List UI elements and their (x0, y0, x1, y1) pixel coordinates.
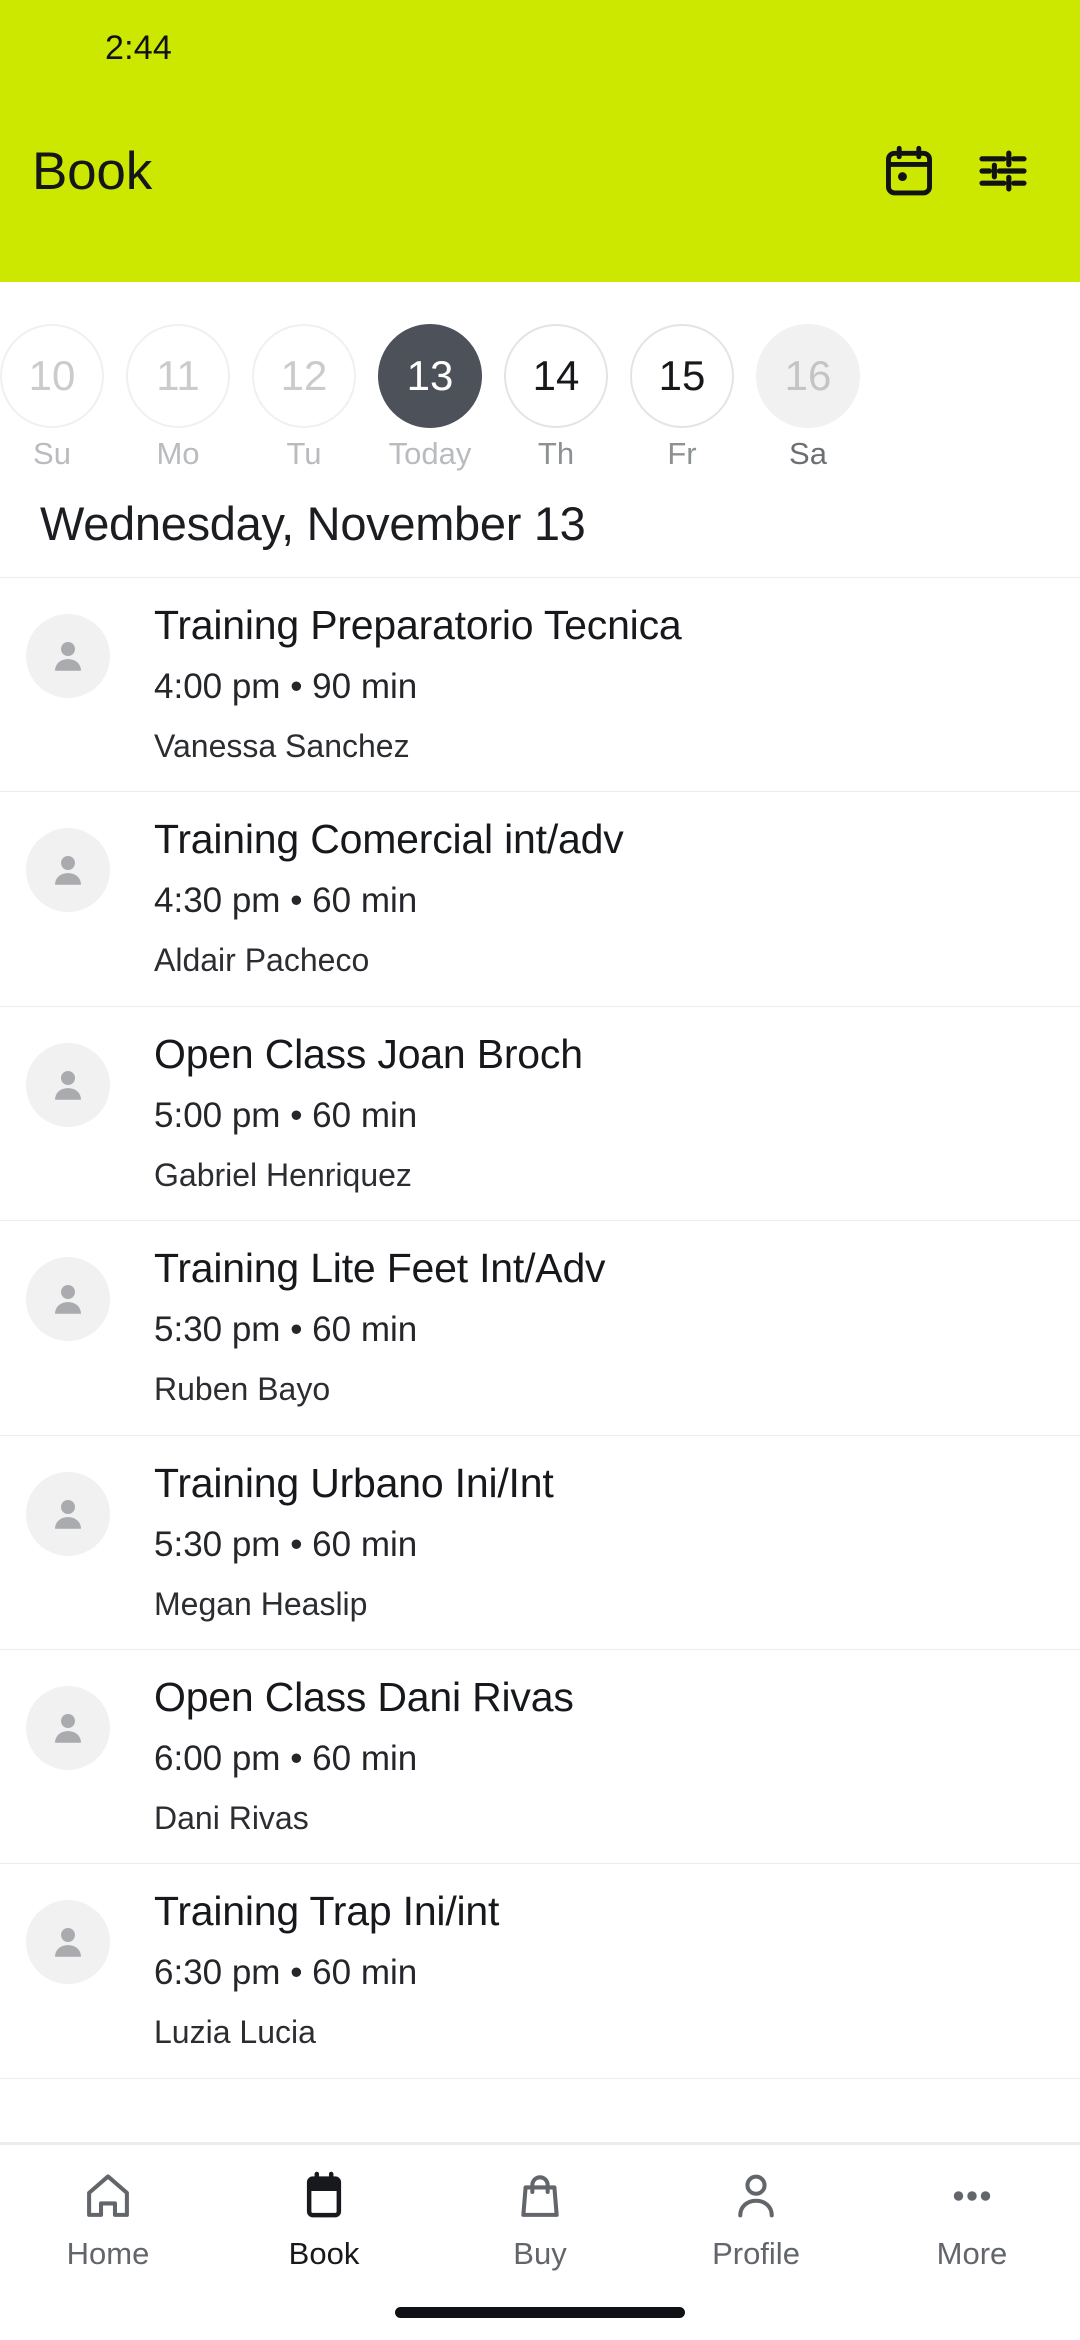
date-chip-number: 14 (504, 324, 608, 428)
class-instructor: Gabriel Henriquez (154, 1156, 412, 1193)
class-meta: 5:00 pm • 60 min (154, 1095, 418, 1135)
class-instructor: Luzia Lucia (154, 2014, 316, 2051)
nav-label: Book (288, 2236, 360, 2271)
class-list-item[interactable]: Training Trap Ini/int 6:30 pm • 60 min L… (0, 1864, 1080, 2079)
avatar (26, 1042, 110, 1127)
page-title: Book (32, 141, 153, 201)
date-chip[interactable]: 14 Th (504, 324, 608, 469)
date-chip[interactable]: 16 Sa (756, 324, 860, 469)
nav-item-book[interactable]: Book (216, 2167, 432, 2269)
class-meta: 5:30 pm • 60 min (154, 1310, 418, 1350)
day-heading: Wednesday, November 13 (40, 497, 586, 550)
date-chip-weekday: Mo (156, 436, 200, 471)
ellipsis-icon (945, 2167, 999, 2225)
calendar-icon (297, 2167, 351, 2225)
class-list: Training Preparatorio Tecnica 4:00 pm • … (0, 577, 1080, 2079)
date-chip-number: 16 (756, 324, 860, 428)
class-list-item[interactable]: Open Class Joan Broch 5:00 pm • 60 min G… (0, 1006, 1080, 1222)
date-chip-weekday: Tu (286, 436, 322, 471)
class-meta: 4:00 pm • 90 min (154, 667, 418, 707)
nav-label: Buy (513, 2236, 567, 2271)
class-title: Open Class Joan Broch (154, 1030, 583, 1077)
date-chip-weekday: Today (388, 436, 472, 471)
date-chip-weekday: Fr (667, 436, 697, 471)
class-meta: 6:30 pm • 60 min (154, 1953, 418, 1993)
class-details: Training Urbano Ini/Int 5:30 pm • 60 min… (110, 1458, 554, 1623)
nav-label: More (936, 2236, 1008, 2271)
avatar (26, 1257, 110, 1342)
status-bar-clock: 2:44 (105, 28, 172, 67)
app-bar: Book (0, 96, 1080, 246)
date-chip-selected[interactable]: 13 Today (378, 324, 482, 469)
class-instructor: Ruben Bayo (154, 1371, 331, 1408)
avatar (26, 1471, 110, 1556)
avatar (26, 828, 110, 913)
class-list-item[interactable]: Open Class Dani Rivas 6:00 pm • 60 min D… (0, 1650, 1080, 1865)
class-meta: 6:00 pm • 60 min (154, 1739, 418, 1779)
date-chip-number: 10 (0, 324, 104, 428)
class-list-item[interactable]: Training Preparatorio Tecnica 4:00 pm • … (0, 578, 1080, 793)
class-details: Open Class Dani Rivas 6:00 pm • 60 min D… (110, 1672, 574, 1837)
nav-label: Home (66, 2236, 150, 2271)
date-strip[interactable]: 10 Su 11 Mo 12 Tu 13 Today 14 Th 15 Fr 1… (0, 282, 1080, 472)
class-title: Training Lite Feet Int/Adv (154, 1245, 606, 1292)
date-chip[interactable]: 11 Mo (126, 324, 230, 469)
class-details: Training Preparatorio Tecnica 4:00 pm • … (110, 600, 682, 765)
date-chip-number: 13 (378, 324, 482, 428)
class-details: Training Comercial int/adv 4:30 pm • 60 … (110, 814, 624, 979)
class-instructor: Dani Rivas (154, 1800, 309, 1837)
status-bar: 2:44 (0, 0, 1080, 96)
avatar (26, 1900, 110, 1985)
class-meta: 5:30 pm • 60 min (154, 1524, 418, 1564)
date-chip-number: 15 (630, 324, 734, 428)
date-chip[interactable]: 12 Tu (252, 324, 356, 469)
person-icon (729, 2167, 783, 2225)
calendar-icon[interactable] (878, 140, 940, 202)
filter-icon[interactable] (972, 140, 1034, 202)
nav-label: Profile (712, 2236, 800, 2271)
class-instructor: Megan Heaslip (154, 1585, 368, 1622)
class-title: Training Preparatorio Tecnica (154, 602, 682, 648)
class-title: Training Trap Ini/int (154, 1888, 500, 1935)
class-title: Open Class Dani Rivas (154, 1674, 574, 1721)
class-instructor: Vanessa Sanchez (154, 728, 410, 765)
shopping-bag-icon (513, 2167, 567, 2225)
class-details: Training Lite Feet Int/Adv 5:30 pm • 60 … (110, 1243, 606, 1408)
nav-item-more[interactable]: More (864, 2167, 1080, 2269)
app-screen: 2:44 Book 10 Su 11 Mo 12 Tu 13 Today 14 … (0, 0, 1080, 2340)
class-list-item[interactable]: Training Lite Feet Int/Adv 5:30 pm • 60 … (0, 1221, 1080, 1436)
date-chip-weekday: Th (537, 436, 575, 471)
class-meta: 4:30 pm • 60 min (154, 881, 418, 921)
class-details: Open Class Joan Broch 5:00 pm • 60 min G… (110, 1029, 583, 1194)
date-chip-weekday: Sa (789, 436, 827, 471)
class-title: Training Urbano Ini/Int (154, 1459, 554, 1506)
class-title: Training Comercial int/adv (154, 816, 624, 863)
class-list-item[interactable]: Training Comercial int/adv 4:30 pm • 60 … (0, 792, 1080, 1007)
nav-item-profile[interactable]: Profile (648, 2167, 864, 2269)
class-list-item[interactable]: Training Urbano Ini/Int 5:30 pm • 60 min… (0, 1435, 1080, 1651)
nav-item-home[interactable]: Home (0, 2167, 216, 2269)
app-header: 2:44 Book (0, 0, 1080, 282)
app-bar-actions (878, 140, 1034, 202)
date-chip-weekday: Su (33, 436, 71, 471)
date-chip[interactable]: 15 Fr (630, 324, 734, 469)
class-instructor: Aldair Pacheco (154, 942, 370, 979)
nav-item-buy[interactable]: Buy (432, 2167, 648, 2269)
date-chip-number: 11 (126, 324, 230, 428)
date-chip[interactable]: 10 Su (0, 324, 104, 469)
home-indicator (395, 2307, 685, 2318)
avatar (26, 614, 110, 698)
class-details: Training Trap Ini/int 6:30 pm • 60 min L… (110, 1886, 499, 2051)
home-icon (81, 2167, 135, 2225)
avatar (26, 1686, 110, 1771)
date-chip-number: 12 (252, 324, 356, 428)
